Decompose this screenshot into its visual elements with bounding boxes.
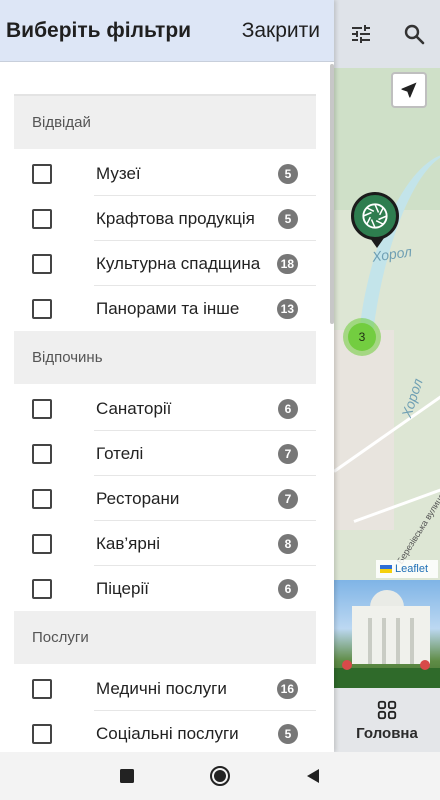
filter-item[interactable]: Соціальні послуги 5: [14, 711, 316, 756]
count-badge: 18: [276, 253, 298, 274]
recents-button[interactable]: [107, 756, 147, 796]
filter-checkbox[interactable]: [32, 163, 52, 184]
filter-checkbox[interactable]: [32, 723, 52, 744]
place-photo-thumbnail[interactable]: [334, 580, 440, 688]
filter-button[interactable]: [341, 14, 381, 54]
square-icon: [119, 769, 134, 783]
filter-label: Музеї: [96, 163, 141, 183]
count-badge: 7: [278, 488, 298, 509]
count-badge: 5: [278, 163, 298, 184]
filter-label: Крафтова продукція: [96, 208, 255, 228]
triangle-back-icon: [307, 769, 320, 783]
filter-item[interactable]: Культурна спадщина 18: [14, 241, 316, 286]
filter-item[interactable]: Санаторії 6: [14, 386, 316, 431]
map-attribution[interactable]: Leaflet: [376, 560, 438, 578]
count-badge: 16: [276, 678, 298, 699]
filter-label: Культурна спадщина: [96, 253, 261, 273]
count-badge: 13: [276, 298, 298, 319]
count-badge: 5: [278, 208, 298, 229]
circle-icon: [209, 766, 230, 786]
top-actions: [334, 0, 440, 68]
filter-checkbox[interactable]: [32, 253, 52, 274]
drawer-title: Виберіть фільтри: [6, 18, 192, 42]
home-nav-button[interactable]: Головна: [334, 688, 440, 752]
filter-item[interactable]: Готелі 7: [14, 431, 316, 476]
count-badge: 8: [278, 533, 298, 554]
filter-label: Соціальні послуги: [96, 723, 239, 743]
home-nav-label: Головна: [356, 724, 418, 742]
filter-item[interactable]: Кав’ярні 8: [14, 521, 316, 566]
filter-item[interactable]: Медичні послуги 16: [14, 666, 316, 711]
count-badge: 5: [278, 723, 298, 744]
photo-marker[interactable]: [351, 192, 399, 248]
camera-aperture-icon: [362, 203, 388, 229]
search-button[interactable]: [394, 14, 434, 54]
ukraine-flag-icon: [380, 565, 392, 573]
close-button[interactable]: Закрити: [242, 19, 320, 43]
search-icon: [404, 24, 424, 45]
filter-item[interactable]: Музеї 5: [14, 151, 316, 196]
filter-item[interactable]: Панорами та інше 13: [14, 286, 316, 331]
filter-checkbox[interactable]: [32, 678, 52, 699]
count-badge: 6: [278, 398, 298, 419]
filter-drawer: Виберіть фільтри Закрити Відвідай Музеї …: [0, 0, 334, 752]
attribution-link[interactable]: Leaflet: [395, 563, 428, 575]
section-header-services: Послуги: [14, 611, 316, 664]
locate-me-button[interactable]: [391, 72, 427, 108]
drawer-header: Виберіть фільтри Закрити: [0, 0, 334, 62]
tune-icon: [351, 25, 370, 43]
filter-checkbox[interactable]: [32, 398, 52, 419]
navigation-arrow-icon: [401, 82, 417, 98]
filter-list: Відвідай Музеї 5 Крафтова продукція 5 Ку…: [14, 94, 316, 756]
filter-checkbox[interactable]: [32, 533, 52, 554]
filter-label: Панорами та інше: [96, 298, 240, 318]
map-urban-area: [334, 330, 394, 530]
map-cluster-marker[interactable]: 3: [343, 318, 381, 356]
count-badge: 6: [278, 578, 298, 599]
filter-checkbox[interactable]: [32, 208, 52, 229]
count-badge: 7: [278, 443, 298, 464]
section-header-visit: Відвідай: [14, 96, 316, 149]
filter-item[interactable]: Ресторани 7: [14, 476, 316, 521]
system-navigation-bar: [0, 752, 440, 800]
filter-label: Кав’ярні: [96, 533, 160, 553]
cluster-count: 3: [348, 323, 376, 351]
filter-label: Медичні послуги: [96, 678, 227, 698]
filter-checkbox[interactable]: [32, 298, 52, 319]
filter-label: Готелі: [96, 443, 144, 463]
filter-checkbox[interactable]: [32, 578, 52, 599]
filter-checkbox[interactable]: [32, 488, 52, 509]
filter-checkbox[interactable]: [32, 443, 52, 464]
filter-item[interactable]: Крафтова продукція 5: [14, 196, 316, 241]
filter-label: Піцерії: [96, 578, 149, 598]
section-header-rest: Відпочинь: [14, 331, 316, 384]
filter-label: Санаторії: [96, 398, 172, 418]
drawer-scrollbar[interactable]: [330, 64, 334, 324]
grid-icon: [377, 700, 397, 719]
back-button[interactable]: [293, 756, 333, 796]
filter-item[interactable]: Піцерії 6: [14, 566, 316, 611]
filter-label: Ресторани: [96, 488, 180, 508]
system-home-button[interactable]: [200, 756, 240, 796]
